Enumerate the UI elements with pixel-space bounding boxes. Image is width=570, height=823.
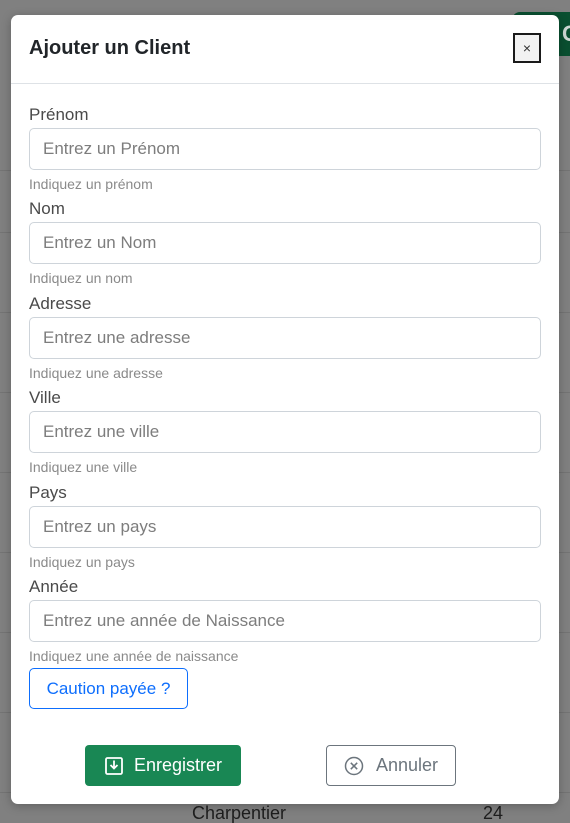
field-help-text: Indiquez un pays xyxy=(29,553,135,570)
add-client-modal: Ajouter un Client × Prénom Indiquez un p… xyxy=(11,15,559,804)
field-label: Ville xyxy=(29,388,61,408)
modal-title: Ajouter un Client xyxy=(29,37,191,59)
field-label: Pays xyxy=(29,482,67,502)
field-prenom: Prénom Indiquez un prénom xyxy=(29,104,541,198)
field-help-text: Indiquez une adresse xyxy=(29,364,163,381)
cancel-button[interactable]: Annuler xyxy=(326,745,456,786)
ville-input[interactable] xyxy=(29,411,541,454)
save-button[interactable]: Enregistrer xyxy=(85,745,241,786)
cancel-button-label: Annuler xyxy=(375,755,439,775)
background-row-name: Charpentier xyxy=(192,803,287,823)
modal-header: Ajouter un Client × xyxy=(11,15,559,84)
client-form: Prénom Indiquez un prénom Nom Indiquez u… xyxy=(29,104,541,670)
prenom-input[interactable] xyxy=(29,128,541,170)
field-annee: Année Indiquez une année de naissance xyxy=(29,576,541,670)
caution-toggle-button[interactable]: Caution payée ? xyxy=(29,668,188,709)
field-help-text: Indiquez une ville xyxy=(29,459,138,476)
field-ville: Ville Indiquez une ville xyxy=(29,387,541,481)
field-label: Adresse xyxy=(29,293,92,313)
pays-input[interactable] xyxy=(29,505,541,548)
x-circle-icon xyxy=(344,756,364,776)
field-label: Nom xyxy=(29,199,65,219)
field-help-text: Indiquez un nom xyxy=(29,270,133,287)
field-label: Prénom xyxy=(29,105,89,124)
close-button[interactable]: × xyxy=(513,33,541,63)
field-help-text: Indiquez une année de naissance xyxy=(29,647,239,664)
field-pays: Pays Indiquez un pays xyxy=(29,482,541,576)
save-button-label: Enregistrer xyxy=(133,755,223,775)
background-row-value: 24 xyxy=(483,803,504,823)
nom-input[interactable] xyxy=(29,222,541,265)
field-help-text: Indiquez un prénom xyxy=(29,176,153,192)
download-icon xyxy=(104,756,124,776)
adresse-input[interactable] xyxy=(29,316,541,359)
field-adresse: Adresse Indiquez une adresse xyxy=(29,293,541,387)
field-nom: Nom Indiquez un nom xyxy=(29,198,541,292)
field-label: Année xyxy=(29,576,79,596)
annee-input[interactable] xyxy=(29,599,541,642)
